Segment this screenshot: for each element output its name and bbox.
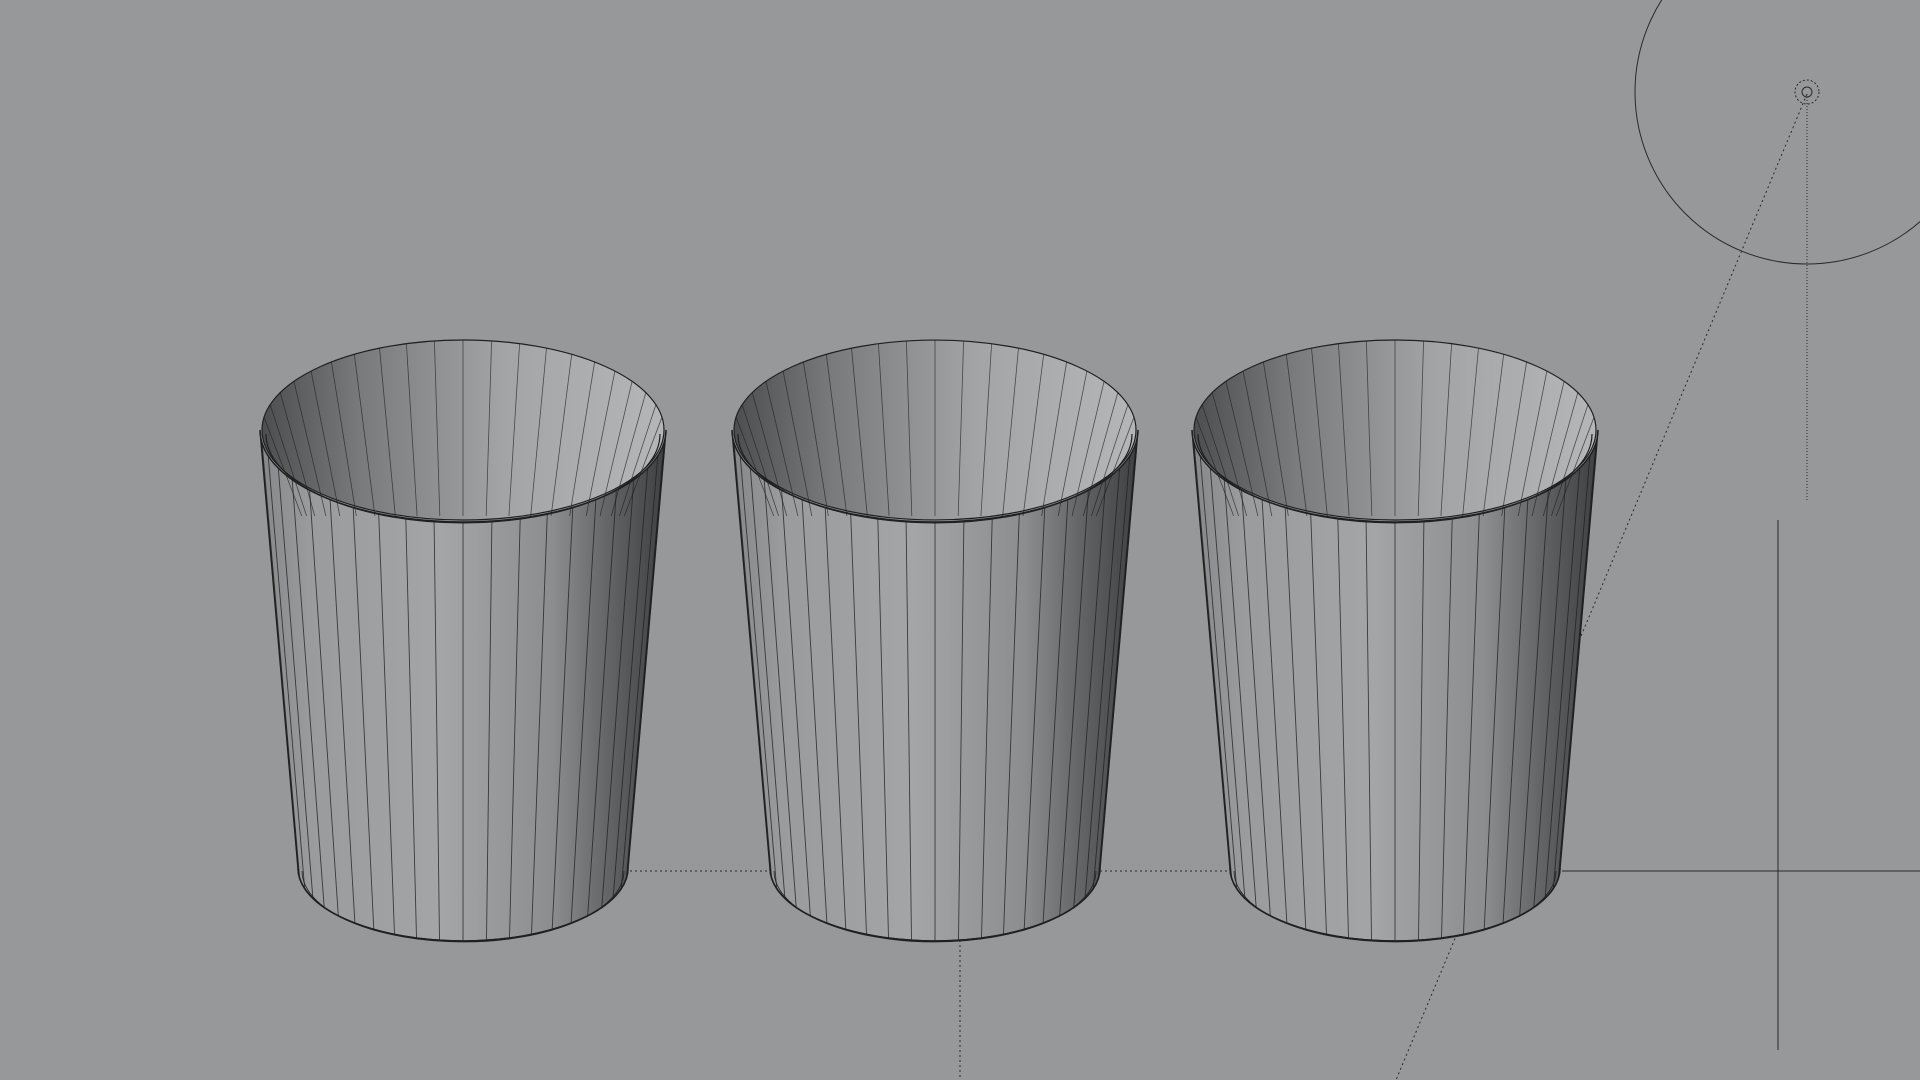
world-axis: [1562, 520, 1920, 1050]
viewport-canvas[interactable]: [0, 0, 1920, 1080]
cup-group[interactable]: [259, 339, 1599, 943]
spot-light[interactable]: [1634, 0, 1920, 265]
cup-2[interactable]: [731, 339, 1139, 943]
cup-1[interactable]: [259, 339, 667, 943]
3d-viewport[interactable]: [0, 0, 1920, 1080]
cup-3[interactable]: [1191, 339, 1599, 943]
light-gizmo-center: [1801, 86, 1813, 98]
light-cone-circle[interactable]: [1634, 0, 1920, 265]
